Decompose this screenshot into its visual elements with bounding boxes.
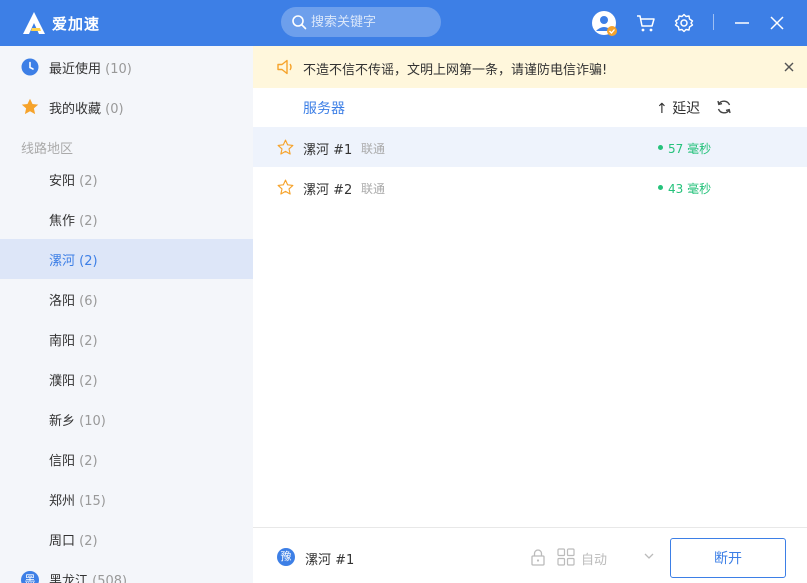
column-header-server[interactable]: 服务器 [303, 98, 345, 118]
sidebar-item-region[interactable]: 信阳 (2) [0, 439, 253, 479]
search-input[interactable] [311, 7, 436, 37]
lock-icon[interactable] [529, 548, 547, 566]
gear-icon [674, 13, 694, 33]
minimize-icon [735, 22, 749, 24]
latency-status-dot [658, 145, 663, 150]
close-icon[interactable] [782, 60, 796, 74]
server-name: 漯河 #1 [303, 143, 353, 158]
clock-icon [21, 58, 39, 76]
chevron-down-icon[interactable] [643, 550, 655, 562]
sidebar-item-province[interactable]: 黑 黑龙江 (508) [0, 559, 253, 583]
titlebar-divider [713, 14, 714, 30]
app-title: 爱加速 [52, 15, 101, 33]
settings-button[interactable] [670, 9, 698, 37]
sidebar-item-region[interactable]: 周口 (2) [0, 519, 253, 559]
server-isp: 联通 [361, 142, 386, 156]
search-box[interactable] [281, 7, 441, 37]
sidebar-item-region-selected[interactable]: 漯河 (2) [0, 239, 253, 279]
disconnect-button[interactable]: 断开 [670, 538, 786, 578]
sidebar-item-region[interactable]: 新乡 (10) [0, 399, 253, 439]
sort-arrow-icon: ↑ [656, 101, 673, 117]
latency-status-dot [658, 185, 663, 190]
sidebar-item-region[interactable]: 安阳 (2) [0, 159, 253, 199]
sidebar-item-recent[interactable]: 最近使用 (10) [0, 47, 253, 87]
province-badge: 豫 [277, 548, 295, 566]
notice-banner: 不造不信不传谣，文明上网第一条，请谨防电信诈骗! [253, 46, 807, 88]
cart-icon [637, 15, 655, 32]
server-isp: 联通 [361, 182, 386, 196]
server-name: 漯河 #2 [303, 183, 353, 198]
sort-latency-button[interactable]: ↑ 延迟 [656, 98, 700, 118]
app-logo-icon [23, 12, 45, 34]
sidebar-item-region[interactable]: 南阳 (2) [0, 319, 253, 359]
sidebar-item-region[interactable]: 洛阳 (6) [0, 279, 253, 319]
server-row[interactable]: 漯河 #1 联通 57 毫秒 [253, 127, 807, 167]
title-bar: 爱加速 [0, 0, 807, 46]
close-icon [770, 16, 784, 30]
server-latency: 43 毫秒 [668, 182, 712, 196]
sidebar-item-region[interactable]: 濮阳 (2) [0, 359, 253, 399]
server-latency: 57 毫秒 [668, 142, 712, 156]
search-icon [292, 15, 307, 30]
speaker-icon [277, 59, 292, 75]
minimize-button[interactable] [728, 9, 756, 37]
server-row[interactable]: 漯河 #2 联通 43 毫秒 [253, 167, 807, 207]
mode-select[interactable]: 自动 [581, 549, 607, 568]
notice-text: 不造不信不传谣，文明上网第一条，请谨防电信诈骗! [303, 63, 608, 78]
favorite-star-icon[interactable] [277, 139, 294, 156]
sidebar-item-region[interactable]: 郑州 (15) [0, 479, 253, 519]
connection-bar: 豫 漯河 #1 自动 断开 [253, 527, 807, 583]
sidebar-item-label: 我的收藏 (0) [49, 101, 124, 117]
sidebar: 最近使用 (10) 我的收藏 (0) 线路地区 安阳 (2) 焦作 (2) 漯河… [0, 46, 253, 583]
mode-grid-icon [557, 548, 575, 566]
sidebar-item-region[interactable]: 焦作 (2) [0, 199, 253, 239]
avatar-icon [592, 11, 617, 36]
shop-button[interactable] [632, 9, 660, 37]
user-avatar-button[interactable] [590, 9, 618, 37]
section-title-regions: 线路地区 [21, 142, 74, 157]
current-server-name: 漯河 #1 [305, 553, 355, 568]
sidebar-item-favorites[interactable]: 我的收藏 (0) [0, 87, 253, 127]
favorite-star-icon[interactable] [277, 179, 294, 196]
refresh-icon[interactable] [716, 99, 732, 115]
sidebar-item-label: 最近使用 (10) [49, 61, 132, 77]
star-icon [21, 98, 39, 115]
province-badge: 黑 [21, 571, 39, 583]
close-window-button[interactable] [763, 9, 791, 37]
